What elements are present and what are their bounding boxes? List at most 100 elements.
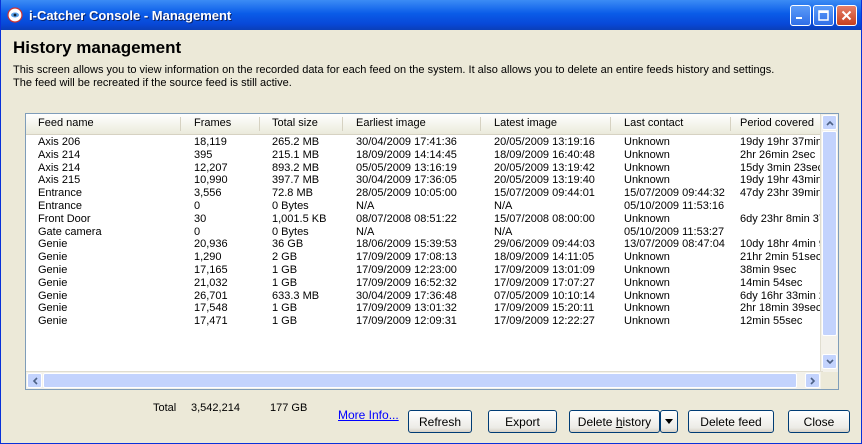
table-cell: 18/09/2009 16:40:48 <box>494 148 595 161</box>
table-cell: 17/09/2009 13:01:09 <box>494 263 595 276</box>
table-row[interactable]: Entrance 3,556 72.8 MB 28/05/2009 10:05:00 1… <box>26 187 823 200</box>
table-row[interactable]: Genie 17,165 1 GB 17/09/2009 12:23:00 17/09/… <box>26 264 823 277</box>
col-period-covered[interactable]: Period covered <box>740 117 814 129</box>
maximize-button[interactable] <box>813 5 834 26</box>
table-row[interactable]: Axis 214 12,207 893.2 MB 05/05/2009 13:16:1… <box>26 162 823 175</box>
description-line-2: The feed will be recreated if the source… <box>13 77 292 89</box>
table-cell: 28/05/2009 10:05:00 <box>356 187 457 200</box>
table-cell: 265.2 MB <box>272 136 320 148</box>
table-row[interactable]: Genie 17,471 1 GB 17/09/2009 12:09:31 17/09/… <box>26 315 823 328</box>
table-row[interactable]: Genie 1,290 2 GB 17/09/2009 17:08:13 18/09/2… <box>26 251 823 264</box>
table-cell: N/A <box>356 225 375 238</box>
table-cell: 0 Bytes <box>272 199 309 212</box>
table-cell: Unknown <box>624 148 670 161</box>
table-cell: Axis 215 <box>38 174 81 187</box>
scroll-right-button[interactable] <box>805 373 820 388</box>
delete-feed-button[interactable]: Delete feed <box>688 410 774 433</box>
table-cell: 0 <box>194 225 201 238</box>
table-cell: 30/04/2009 17:36:48 <box>356 289 457 302</box>
col-total-size[interactable]: Total size <box>272 117 318 129</box>
table-cell: 17/09/2009 15:20:11 <box>494 302 595 315</box>
table-cell: 21,032 <box>194 276 228 289</box>
horizontal-scroll-thumb[interactable] <box>43 373 797 388</box>
delete-history-label-accel: h <box>615 414 623 429</box>
table-cell: 30 <box>194 212 207 225</box>
chevron-left-icon <box>32 376 38 385</box>
delete-history-button[interactable]: Delete h istory <box>569 410 660 433</box>
delete-history-dropdown[interactable] <box>660 410 678 433</box>
scroll-up-button[interactable] <box>822 115 837 130</box>
table-cell: 15dy 3min 23sec <box>740 161 824 174</box>
table-cell: 1 GB <box>272 276 298 289</box>
table-cell: Front Door <box>38 212 91 225</box>
refresh-button[interactable]: Refresh <box>408 410 472 433</box>
close-button[interactable]: Close <box>788 410 850 433</box>
table-row[interactable]: Axis 214 395 215.1 MB 18/09/2009 14:14:45 18… <box>26 149 823 162</box>
table-cell: 1 GB <box>272 302 298 315</box>
table-cell: 05/10/2009 11:53:16 <box>624 199 725 212</box>
table-cell: 19dy 19hr 43min <box>740 174 822 187</box>
col-last-contact[interactable]: Last contact <box>624 117 683 129</box>
title-bar[interactable]: i-Catcher Console - Management <box>1 0 861 30</box>
delete-history-label-pre: Delete <box>577 414 616 429</box>
table-cell: Axis 214 <box>38 148 81 161</box>
table-cell: 2hr 18min 39sec <box>740 302 822 315</box>
table-cell: Axis 214 <box>38 161 81 174</box>
table-row[interactable]: Gate camera 0 0 Bytes N/A N/A 05/10/2009 11:5… <box>26 226 823 239</box>
table-cell: 10dy 18hr 4min 9 <box>740 238 825 251</box>
table-cell: 30/04/2009 17:41:36 <box>356 136 457 148</box>
close-window-button[interactable] <box>836 5 857 26</box>
horizontal-scrollbar[interactable] <box>26 371 823 389</box>
table-row[interactable]: Genie 20,936 36 GB 18/06/2009 15:39:53 29/06… <box>26 238 825 251</box>
total-frames: 3,542,214 <box>191 402 240 414</box>
eye-globe-icon <box>7 7 23 23</box>
table-cell: 0 <box>194 199 201 212</box>
table-cell: 1,290 <box>194 251 222 264</box>
table-cell: 17/09/2009 12:09:31 <box>356 315 457 328</box>
table-row[interactable]: Axis 206 18,119 265.2 MB 30/04/2009 17:41:3… <box>26 136 823 149</box>
table-cell: 893.2 MB <box>272 161 320 174</box>
scroll-down-button[interactable] <box>822 354 837 369</box>
table-cell: Unknown <box>624 212 670 225</box>
table-row[interactable]: Genie 21,032 1 GB 17/09/2009 16:52:32 17/09/… <box>26 277 823 290</box>
table-cell: 2hr 26min 2sec <box>740 148 816 161</box>
table-cell: 72.8 MB <box>272 187 313 200</box>
table-cell: Unknown <box>624 276 670 289</box>
table-cell: Unknown <box>624 315 670 328</box>
export-button[interactable]: Export <box>488 410 557 433</box>
vertical-scroll-thumb[interactable] <box>822 131 837 336</box>
table-row[interactable]: Front Door 30 1,001.5 KB 08/07/2008 08:51:2… <box>26 212 825 226</box>
table-cell: N/A <box>356 199 375 212</box>
chevron-right-icon <box>809 376 815 385</box>
table-cell: 17,548 <box>194 302 228 315</box>
col-feed-name[interactable]: Feed name <box>38 117 94 129</box>
history-table[interactable]: Feed name Frames Total size Earliest ima… <box>25 113 839 390</box>
table-cell: 17,471 <box>194 315 228 328</box>
table-row[interactable]: Genie 17,548 1 GB 17/09/2009 13:01:32 17/09/… <box>26 302 823 315</box>
table-cell: Unknown <box>624 251 670 264</box>
table-cell: 15/07/2009 09:44:32 <box>624 187 725 200</box>
table-cell: 17/09/2009 17:08:13 <box>356 251 457 264</box>
minimize-button[interactable] <box>790 5 811 26</box>
table-cell: Unknown <box>624 161 670 174</box>
minimize-icon <box>796 17 802 19</box>
table-row[interactable]: Genie 26,701 633.3 MB 30/04/2009 17:36:48 07… <box>26 289 825 303</box>
vertical-scrollbar[interactable] <box>820 114 838 372</box>
col-earliest-image[interactable]: Earliest image <box>356 117 426 129</box>
table-cell: 18/06/2009 15:39:53 <box>356 238 457 251</box>
more-info-link[interactable]: More Info... <box>338 408 399 422</box>
table-cell: Genie <box>38 289 68 302</box>
table-cell: 633.3 MB <box>272 289 320 302</box>
scroll-left-button[interactable] <box>27 373 42 388</box>
table-row[interactable]: Axis 215 10,990 397.7 MB 30/04/2009 17:36:0… <box>26 174 823 187</box>
table-cell: Unknown <box>624 174 670 187</box>
table-row[interactable]: Entrance 0 0 Bytes N/A N/A 05/10/2009 11:53:1… <box>26 200 823 213</box>
table-cell: 215.1 MB <box>272 148 320 161</box>
table-cell: 19dy 19hr 37min <box>740 136 822 148</box>
col-frames[interactable]: Frames <box>194 117 231 129</box>
table-cell: 18/09/2009 14:14:45 <box>356 148 457 161</box>
col-latest-image[interactable]: Latest image <box>494 117 557 129</box>
total-label: Total <box>153 402 177 414</box>
table-cell: Genie <box>38 302 68 315</box>
table-cell: 20/05/2009 13:19:16 <box>494 136 595 148</box>
